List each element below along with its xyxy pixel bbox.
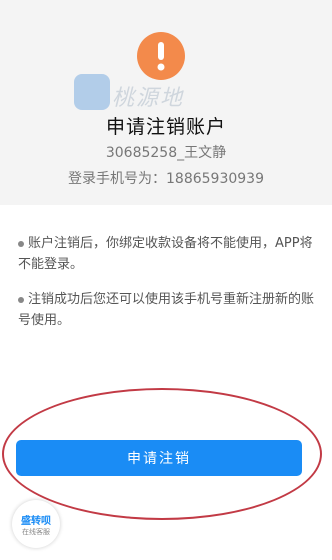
note-item: 注销成功后您还可以使用该手机号重新注册新的账号使用。: [18, 289, 314, 331]
note-text: 注销成功后您还可以使用该手机号重新注册新的账号使用。: [18, 292, 315, 328]
page-title: 申请注销账户: [105, 116, 226, 138]
login-phone: 登录手机号为：18865930939: [68, 171, 264, 187]
warning-icon: [137, 32, 185, 80]
bullet-icon: [18, 240, 24, 247]
bullet-icon: [18, 296, 24, 303]
account-id: 30685258_王文静: [105, 145, 227, 161]
note-item: 账户注销后，你绑定收款设备将不能使用，APP将不能登录。: [18, 233, 314, 275]
watermark-logo: [74, 74, 110, 110]
apply-cancel-account-button[interactable]: 申请注销: [16, 440, 302, 476]
watermark-text: 桃源地: [112, 86, 185, 111]
watermark-badge: 盛转呗 在线客服: [12, 500, 60, 548]
watermark-badge-sub: 在线客服: [22, 527, 50, 536]
watermark-badge-main: 盛转呗: [21, 515, 51, 527]
notes-list: 账户注销后，你绑定收款设备将不能使用，APP将不能登录。 注销成功后您还可以使用…: [18, 233, 314, 345]
note-text: 账户注销后，你绑定收款设备将不能使用，APP将不能登录。: [18, 236, 313, 272]
